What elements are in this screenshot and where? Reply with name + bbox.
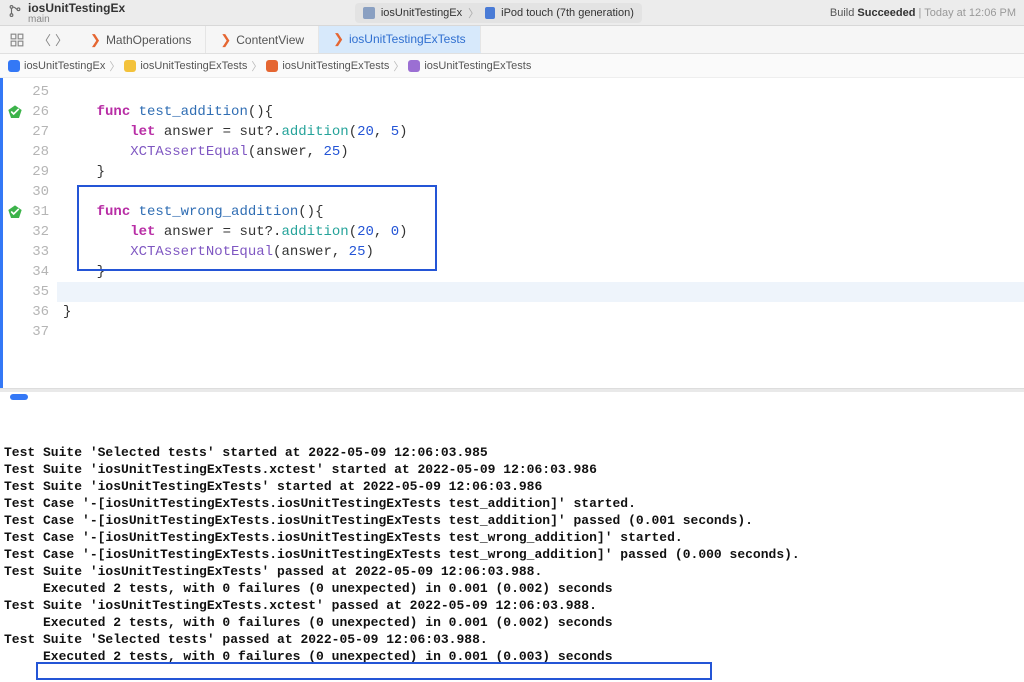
class-icon [408,60,420,72]
debug-console[interactable]: Test Suite 'Selected tests' started at 2… [0,402,1024,682]
tab-label: iosUnitTestingExTests [349,32,466,46]
swift-file-icon [266,60,278,72]
project-selector[interactable]: iosUnitTestingEx main [8,1,125,25]
code-line[interactable]: func test_wrong_addition(){ [57,202,1024,222]
code-line[interactable]: } [57,302,1024,322]
line-number[interactable]: 35 [3,282,49,302]
related-items-icon[interactable] [4,26,30,53]
test-pass-icon[interactable] [7,104,23,120]
code-line[interactable]: } [57,162,1024,182]
tab-bar: 〈 〉 ❯ MathOperations ❯ ContentView ❯ ios… [0,26,1024,54]
window-toolbar: iosUnitTestingEx main iosUnitTestingEx 〉… [0,0,1024,26]
folder-icon [124,60,136,72]
device-name: iPod touch (7th generation) [501,7,634,19]
build-status: Build Succeeded | Today at 12:06 PM [830,7,1016,19]
console-line: Test Suite 'iosUnitTestingExTests.xctest… [4,461,1020,478]
console-line: Test Case '-[iosUnitTestingExTests.iosUn… [4,546,1020,563]
line-number[interactable]: 31 [3,202,49,222]
tab-mathoperations[interactable]: ❯ MathOperations [76,26,206,53]
code-line[interactable]: func test_addition(){ [57,102,1024,122]
tab-label: MathOperations [106,33,191,47]
code-line[interactable]: XCTAssertNotEqual(answer, 25) [57,242,1024,262]
branch-name: main [28,14,125,25]
code-line[interactable] [57,282,1024,302]
project-name: iosUnitTestingEx [28,1,125,15]
chevron-right-icon: 〉 [468,5,479,21]
code-editor[interactable]: 25262728293031323334353637 func test_add… [0,78,1024,388]
swift-icon: ❯ [333,31,344,47]
console-filter-bar[interactable] [0,392,1024,402]
code-line[interactable]: let answer = sut?.addition(20, 5) [57,122,1024,142]
code-line[interactable]: let answer = sut?.addition(20, 0) [57,222,1024,242]
test-pass-icon[interactable] [7,204,23,220]
console-line: Test Case '-[iosUnitTestingExTests.iosUn… [4,495,1020,512]
code-line[interactable] [57,322,1024,342]
console-line: Test Case '-[iosUnitTestingExTests.iosUn… [4,512,1020,529]
console-line: Test Suite 'Selected tests' started at 2… [4,444,1020,461]
console-line: Test Suite 'iosUnitTestingExTests' start… [4,478,1020,495]
scheme-device-selector[interactable]: iosUnitTestingEx 〉 iPod touch (7th gener… [355,3,642,23]
line-number[interactable]: 30 [3,182,49,202]
chevron-right-icon: 〉 [109,58,120,74]
console-line: Test Suite 'Selected tests' passed at 20… [4,631,1020,648]
scheme-icon [363,7,375,19]
line-number-gutter[interactable]: 25262728293031323334353637 [3,78,57,388]
code-area[interactable]: func test_addition(){ let answer = sut?.… [57,78,1024,388]
console-line: Test Case '-[iosUnitTestingExTests.iosUn… [4,529,1020,546]
project-icon [8,60,20,72]
line-number[interactable]: 34 [3,262,49,282]
device-icon [485,7,495,19]
tab-contentview[interactable]: ❯ ContentView [206,26,319,53]
console-line: Executed 2 tests, with 0 failures (0 une… [4,648,1020,665]
console-scope-pill[interactable] [10,394,28,400]
breadcrumb[interactable]: iosUnitTestingEx 〉 iosUnitTestingExTests… [0,54,1024,78]
swift-icon: ❯ [90,32,101,48]
line-number[interactable]: 37 [3,322,49,342]
code-line[interactable]: } [57,262,1024,282]
branch-icon [8,4,22,21]
console-line: Executed 2 tests, with 0 failures (0 une… [4,614,1020,631]
tab-tests[interactable]: ❯ iosUnitTestingExTests [319,26,481,53]
line-number[interactable]: 28 [3,142,49,162]
line-number[interactable]: 33 [3,242,49,262]
line-number[interactable]: 27 [3,122,49,142]
code-line[interactable]: XCTAssertEqual(answer, 25) [57,142,1024,162]
console-line: Test Suite 'iosUnitTestingExTests.xctest… [4,597,1020,614]
chevron-right-icon: 〉 [393,58,404,74]
line-number[interactable]: 36 [3,302,49,322]
console-line: Test Suite 'iosUnitTestingExTests' passe… [4,563,1020,580]
swift-icon: ❯ [220,32,231,48]
code-line[interactable] [57,182,1024,202]
line-number[interactable]: 29 [3,162,49,182]
chevron-right-icon: 〉 [251,58,262,74]
line-number[interactable]: 25 [3,82,49,102]
console-line: Executed 2 tests, with 0 failures (0 une… [4,580,1020,597]
line-number[interactable]: 26 [3,102,49,122]
code-line[interactable] [57,82,1024,102]
nav-forward-button[interactable]: 〉 [55,30,68,49]
scheme-name: iosUnitTestingEx [381,7,462,19]
tab-label: ContentView [236,33,304,47]
nav-back-button[interactable]: 〈 [38,30,51,49]
line-number[interactable]: 32 [3,222,49,242]
